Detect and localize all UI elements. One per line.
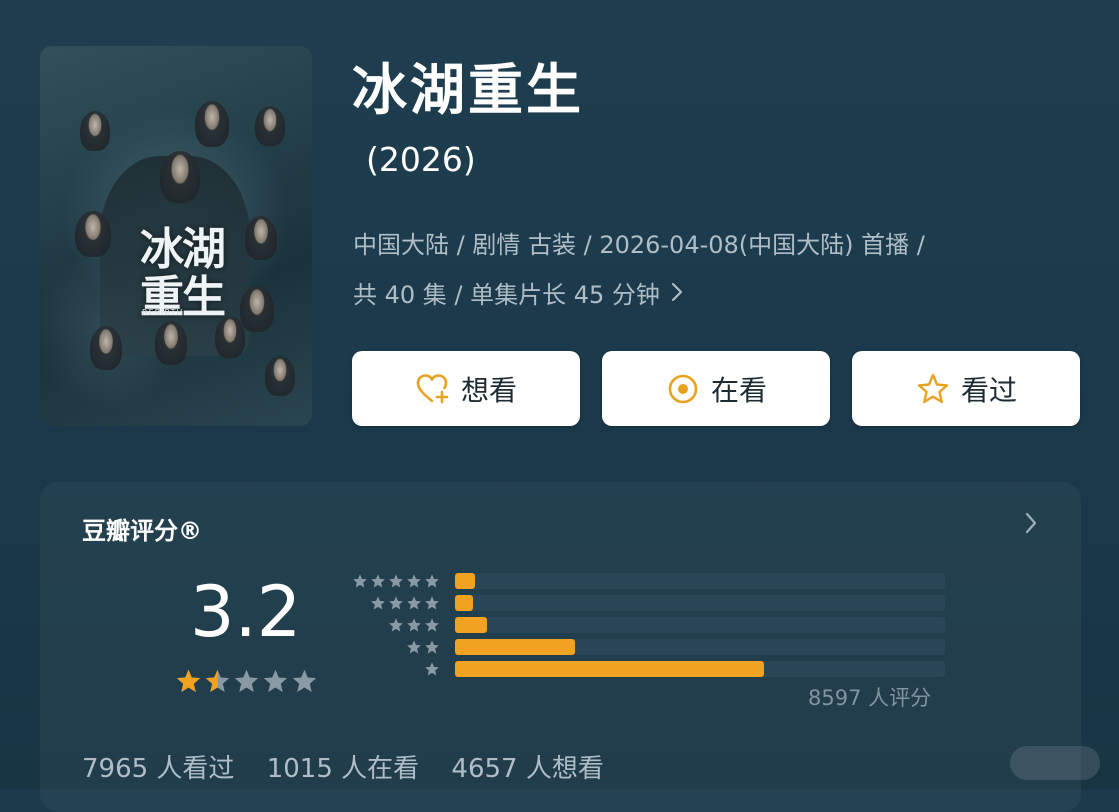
distribution-stars-1 bbox=[422, 660, 440, 678]
distribution-bar-5 bbox=[455, 573, 475, 589]
score-stars bbox=[174, 668, 319, 694]
distribution-stars-4 bbox=[368, 594, 440, 612]
star-icon bbox=[389, 596, 403, 610]
star-icon bbox=[407, 640, 421, 654]
distribution-bar-2 bbox=[455, 639, 576, 655]
rating-star-icon bbox=[263, 669, 288, 692]
watching-label: 在看 bbox=[710, 373, 767, 407]
watermark-badge bbox=[1010, 746, 1100, 780]
watched-button[interactable]: 看过 bbox=[852, 351, 1080, 426]
distribution-bar-track bbox=[455, 617, 945, 633]
star-icon bbox=[389, 574, 403, 588]
meta-line-2: 共 40 集 / 单集片长 45 分钟 bbox=[353, 270, 1073, 320]
rating-star-icon bbox=[292, 669, 317, 692]
meta-line-1: 中国大陆 / 剧情 古装 / 2026-04-08(中国大陆) 首播 / bbox=[353, 231, 925, 259]
chevron-right-icon bbox=[670, 270, 684, 320]
distribution-bar-4 bbox=[455, 595, 473, 611]
watched-label: 看过 bbox=[960, 373, 1017, 407]
star-icon bbox=[389, 618, 403, 632]
watching-button[interactable]: 在看 bbox=[602, 351, 830, 426]
poster-image[interactable]: 冰湖重生 REBIRTH bbox=[40, 46, 312, 426]
watched-count[interactable]: 7965 人看过 bbox=[82, 754, 234, 784]
distribution-bar-track bbox=[455, 573, 945, 589]
rating-star-icon bbox=[205, 669, 230, 692]
star-icon bbox=[425, 574, 439, 588]
distribution-stars-5 bbox=[350, 572, 440, 590]
distribution-bar-track bbox=[455, 661, 945, 677]
star-icon bbox=[425, 662, 439, 676]
star-icon bbox=[353, 574, 367, 588]
want-to-watch-button[interactable]: 想看 bbox=[352, 351, 580, 426]
star-icon bbox=[425, 618, 439, 632]
star-icon bbox=[371, 574, 385, 588]
show-meta[interactable]: 中国大陆 / 剧情 古装 / 2026-04-08(中国大陆) 首播 / 共 4… bbox=[353, 220, 1073, 320]
meta-line-2-text: 共 40 集 / 单集片长 45 分钟 bbox=[353, 281, 660, 309]
distribution-bar-track bbox=[455, 595, 945, 611]
star-icon bbox=[425, 640, 439, 654]
star-icon bbox=[407, 596, 421, 610]
watching-count[interactable]: 1015 人在看 bbox=[267, 754, 419, 784]
distribution-stars-2 bbox=[404, 638, 440, 656]
distribution-stars-3 bbox=[386, 616, 440, 634]
want-to-watch-label: 想看 bbox=[460, 373, 517, 407]
star-icon bbox=[371, 596, 385, 610]
heart-plus-icon bbox=[415, 371, 451, 407]
distribution-bar-track bbox=[455, 639, 945, 655]
distribution-bar-1 bbox=[455, 661, 764, 677]
rating-panel-title: 豆瓣评分® bbox=[82, 517, 202, 545]
star-icon bbox=[407, 618, 421, 632]
audience-stats: 7965 人看过 1015 人在看 4657 人想看 bbox=[82, 748, 628, 785]
distribution-bar-3 bbox=[455, 617, 487, 633]
poster-subtitle: REBIRTH bbox=[142, 308, 184, 317]
want-count[interactable]: 4657 人想看 bbox=[451, 754, 603, 784]
target-dot-icon bbox=[665, 371, 701, 407]
chevron-right-icon[interactable] bbox=[1024, 509, 1038, 542]
rating-score: 3.2 bbox=[190, 571, 302, 653]
star-outline-icon bbox=[915, 371, 951, 407]
rating-star-icon bbox=[176, 669, 201, 692]
rating-count: 8597 人评分 bbox=[808, 686, 932, 710]
star-icon bbox=[425, 596, 439, 610]
star-icon bbox=[407, 574, 421, 588]
rating-star-icon bbox=[234, 669, 259, 692]
show-year: (2026) bbox=[366, 140, 476, 179]
show-title: 冰湖重生 bbox=[352, 58, 585, 122]
